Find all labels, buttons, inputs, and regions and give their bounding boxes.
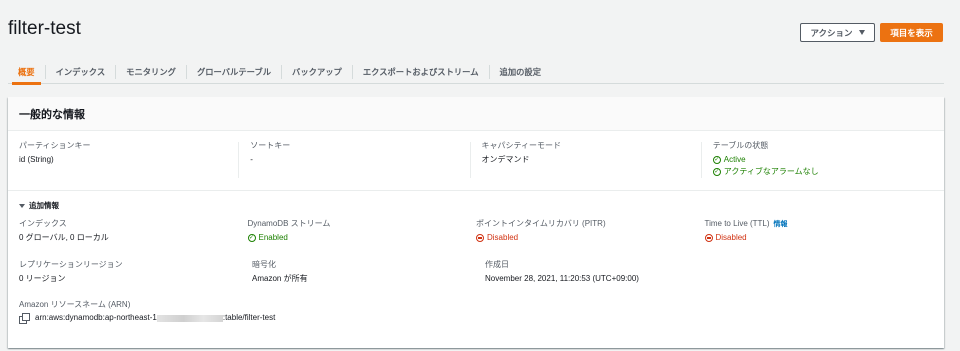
tab-exports-streams[interactable]: エクスポートおよびストリーム [351,64,489,79]
success-check-icon [247,234,256,242]
ttl-status-text: Disabled [715,233,747,242]
arn-field: Amazon リソースネーム (ARN) arn:aws:dynamodb:ap… [19,300,933,325]
arn-suffix: :table/filter-test [222,313,276,323]
capacity-mode-field: キャパシティーモード オンデマンド [469,141,713,190]
tab-indexes[interactable]: インデックス [44,64,116,79]
pitr-field: ポイントインタイムリカバリ (PITR) Disabled [476,220,705,244]
tab-backups[interactable]: バックアップ [281,64,352,79]
replication-field: レプリケーションリージョン 0 リージョン [19,261,252,284]
caret-down-icon [19,203,25,208]
capacity-mode-label: キャパシティーモード [481,141,562,150]
ttl-field: Time to Live (TTL) 情報 Disabled [704,219,934,244]
stream-status: Enabled [247,232,467,244]
created-value: November 28, 2021, 11:20:53 (UTC+09:00) [485,274,639,283]
stream-status-text: Enabled [258,233,288,242]
stream-label: DynamoDB ストリーム [247,219,331,228]
ttl-info-link[interactable]: 情報 [774,221,788,228]
alarm-status: アクティブなアラームなし [712,166,934,178]
panel-header: 一般的な情報 [8,97,944,131]
additional-info-toggle[interactable]: 追加情報 [19,200,933,211]
indexes-label: インデックス [19,219,67,228]
partition-key-label: パーティションキー [19,141,91,150]
table-status-value: Active [712,154,934,166]
page-title: filter-test [8,18,81,39]
general-info-panel: 一般的な情報 パーティションキー id (String) ソートキー - キャパ… [8,97,944,348]
additional-info-row-2: レプリケーションリージョン 0 リージョン 暗号化 Amazon が所有 作成日… [19,261,933,284]
copy-icon[interactable] [19,313,30,325]
view-items-button[interactable]: 項目を表示 [880,23,943,42]
partition-key-value: id (String) [19,155,54,164]
arn-label: Amazon リソースネーム (ARN) [19,300,131,310]
replication-value: 0 リージョン [19,274,66,283]
tab-overview[interactable]: 概要 [8,65,45,85]
encryption-field: 暗号化 Amazon が所有 [252,261,485,284]
table-status-text: Active [723,155,746,164]
table-status-field: テーブルの状態 Active アクティブなアラームなし [700,141,944,190]
ttl-label: Time to Live (TTL) [704,219,770,228]
replication-label: レプリケーションリージョン [19,260,123,269]
table-status-label: テーブルの状態 [712,141,769,150]
indexes-field: インデックス 0 グローバル, 0 ローカル [19,220,248,244]
arn-prefix: arn:aws:dynamodb:ap-northeast-1 [35,313,157,323]
sort-key-value: - [250,155,253,164]
additional-info-row-1: インデックス 0 グローバル, 0 ローカル DynamoDB ストリーム En… [19,220,933,244]
disabled-icon [704,234,713,242]
success-check-icon [712,168,721,176]
encryption-value: Amazon が所有 [252,274,308,283]
caret-down-icon [858,30,865,35]
arn-value: arn:aws:dynamodb:ap-northeast-1 :table/fi… [35,313,275,322]
pitr-status-text: Disabled [487,233,519,242]
created-label: 作成日 [485,260,509,269]
tab-bar: 概要 インデックス モニタリング グローバルテーブル バックアップ エクスポート… [8,60,944,85]
ttl-status: Disabled [704,232,924,244]
pitr-label: ポイントインタイムリカバリ (PITR) [476,219,606,228]
pitr-status: Disabled [476,232,695,244]
created-field: 作成日 November 28, 2021, 11:20:53 (UTC+09:… [485,261,785,284]
actions-button-label: アクション [810,27,853,38]
additional-info-toggle-label: 追加情報 [29,201,59,210]
ttl-label-row: Time to Live (TTL) 情報 [704,219,924,229]
general-info-columns: パーティションキー id (String) ソートキー - キャパシティーモード… [8,131,944,191]
partition-key-field: パーティションキー id (String) [19,142,250,190]
sort-key-label: ソートキー [250,141,291,150]
sort-key-field: ソートキー - [238,141,481,190]
redacted-account-id [156,314,223,322]
indexes-value: 0 グローバル, 0 ローカル [19,233,109,242]
capacity-mode-value: オンデマンド [481,155,530,164]
arn-value-row: arn:aws:dynamodb:ap-northeast-1 :table/fi… [19,313,933,325]
tab-global-tables[interactable]: グローバルテーブル [185,64,281,79]
stream-field: DynamoDB ストリーム Enabled [247,219,477,244]
success-check-icon [712,156,721,164]
actions-dropdown-button[interactable]: アクション [800,23,875,42]
disabled-icon [476,234,484,242]
tab-monitoring[interactable]: モニタリング [115,64,186,79]
panel-heading: 一般的な情報 [19,108,85,121]
additional-info-section: 追加情報 インデックス 0 グローバル, 0 ローカル DynamoDB ストリ… [8,191,944,325]
encryption-label: 暗号化 [252,260,276,269]
tab-additional-settings[interactable]: 追加の設定 [488,64,552,79]
alarm-status-text: アクティブなアラームなし [723,167,819,176]
